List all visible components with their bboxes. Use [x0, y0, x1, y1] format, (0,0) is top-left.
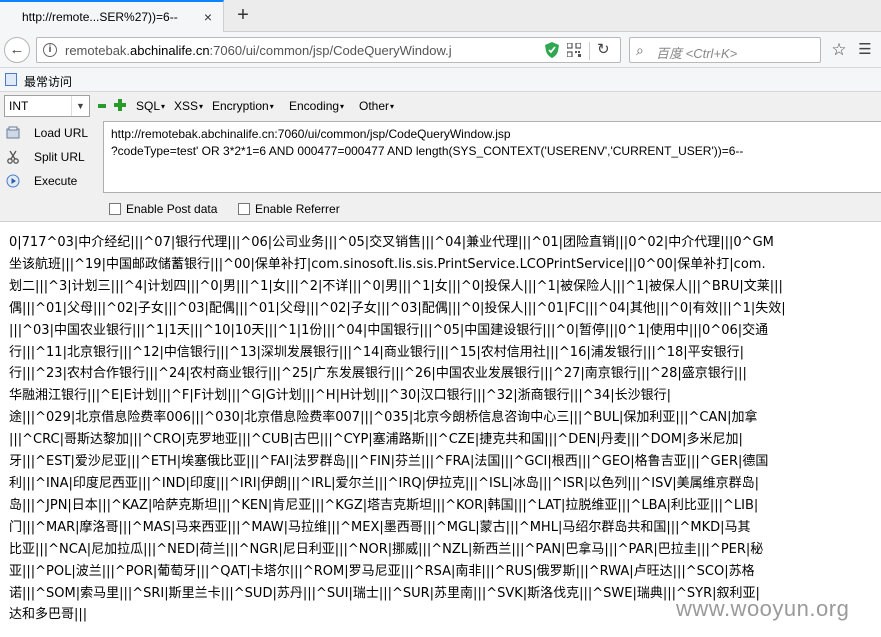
enable-referrer-checkbox[interactable]: Enable Referrer: [238, 202, 340, 216]
content-line: 华融湘江银行|||^E|E计划|||^F|F计划|||^G|G计划|||^H|H…: [9, 388, 671, 404]
bookmark-folder-icon: [5, 73, 17, 86]
enable-post-checkbox[interactable]: Enable Post data: [109, 202, 217, 216]
watermark: www.wooyun.org: [676, 596, 850, 621]
search-box[interactable]: ⌕ 百度 <Ctrl+K>: [629, 37, 821, 63]
load-url-label: Load URL: [34, 126, 89, 140]
chevron-down-icon: ▼: [71, 96, 89, 116]
content-line: |||^03|中国农业银行|||^1|1天|||^10|10天|||^1|1份|…: [9, 322, 769, 338]
menu-encryption[interactable]: Encryption▾: [212, 99, 274, 113]
menu-encoding[interactable]: Encoding▾: [289, 99, 344, 113]
bookmarks-toolbar: 最常访问: [0, 68, 881, 92]
content-line: 划二|||^3|计划三|||^4|计划四|||^0|男|||^1|女|||^2|…: [9, 278, 783, 294]
content-line: 利|||^INA|印度尼西亚|||^IND|印度|||^IRI|伊朗|||^IR…: [9, 475, 760, 491]
content-line: 比亚|||^NCA|尼加拉瓜|||^NED|荷兰|||^NGR|尼日利亚|||^…: [9, 541, 764, 557]
new-tab-button[interactable]: +: [232, 4, 254, 26]
checkbox-box[interactable]: [238, 203, 250, 215]
back-button[interactable]: ←: [4, 37, 30, 63]
reload-icon[interactable]: ↻: [597, 40, 610, 58]
content-line: 坐该航班|||^19|中国邮政储蓄银行|||^00|保单补打|com.sinos…: [9, 256, 766, 272]
load-url-icon: [6, 126, 20, 139]
tab-strip: http://remote...SER%27))=6-- × +: [0, 0, 881, 32]
split-url-button[interactable]: Split URL: [4, 148, 104, 168]
play-icon: [6, 174, 20, 188]
search-input[interactable]: 百度 <Ctrl+K>: [656, 43, 737, 62]
tab-active[interactable]: http://remote...SER%27))=6-- ×: [0, 0, 224, 32]
checkbox-box[interactable]: [109, 203, 121, 215]
content-line: 行|||^11|北京银行|||^12|中信银行|||^13|深圳发展银行|||^…: [9, 344, 745, 360]
execute-label: Execute: [34, 174, 78, 188]
tab-title: http://remote...SER%27))=6--: [22, 10, 178, 24]
url-bar[interactable]: i remotebak.abchinalife.cn:7060/ui/commo…: [36, 37, 621, 63]
split-url-label: Split URL: [34, 150, 85, 164]
plus-icon[interactable]: [114, 99, 126, 111]
hackbar-panel: INT ▼ SQL▾ XSS▾ Encryption▾ Encoding▾ Ot…: [0, 92, 881, 222]
minus-icon[interactable]: [98, 104, 106, 108]
navigation-bar: ← i remotebak.abchinalife.cn:7060/ui/com…: [0, 32, 881, 68]
search-icon: ⌕: [636, 42, 644, 58]
content-line: 岛|||^JPN|日本|||^KAZ|哈萨克斯坦|||^KEN|肯尼亚|||^K…: [9, 497, 759, 513]
scissors-icon: [7, 150, 19, 164]
qr-code-icon[interactable]: [567, 43, 581, 57]
content-line: 门|||^MAR|摩洛哥|||^MAS|马来西亚|||^MAW|马拉维|||^M…: [9, 519, 751, 535]
close-icon[interactable]: ×: [200, 9, 216, 25]
content-line: 牙|||^EST|爱沙尼亚|||^ETH|埃塞俄比亚|||^FAI|法罗群岛||…: [9, 454, 769, 470]
menu-sql[interactable]: SQL▾: [136, 99, 165, 113]
content-line: |||^CRC|哥斯达黎加|||^CRO|克罗地亚|||^CUB|古巴|||^C…: [9, 432, 743, 448]
content-line: 亚|||^POL|波兰|||^POR|葡萄牙|||^QAT|卡塔尔|||^ROM…: [9, 563, 755, 579]
menu-icon[interactable]: ☰: [852, 37, 878, 63]
bookmark-most-visited[interactable]: 最常访问: [24, 73, 72, 90]
type-select[interactable]: INT ▼: [4, 95, 90, 117]
url-textarea[interactable]: http://remotebak.abchinalife.cn:7060/ui/…: [103, 121, 881, 193]
info-icon[interactable]: i: [43, 43, 57, 57]
shield-icon[interactable]: [545, 42, 559, 58]
menu-xss[interactable]: XSS▾: [174, 99, 203, 113]
type-select-value: INT: [9, 99, 29, 113]
execute-button[interactable]: Execute: [4, 172, 104, 192]
bookmark-star-icon[interactable]: ☆: [826, 37, 852, 63]
content-line: 0|717^03|中介经纪|||^07|银行代理|||^06|公司业务|||^0…: [9, 235, 774, 250]
content-line: 行|||^23|农村合作银行|||^24|农村商业银行|||^25|广东发展银行…: [9, 366, 747, 382]
page-content: 0|717^03|中介经纪|||^07|银行代理|||^06|公司业务|||^0…: [9, 232, 881, 632]
content-line: 途|||^029|北京借息险费率006|||^030|北京借息险费率007|||…: [9, 410, 758, 426]
divider: [589, 42, 590, 60]
load-url-button[interactable]: Load URL: [4, 124, 104, 144]
menu-other[interactable]: Other▾: [359, 99, 394, 113]
content-line: 偶|||^01|父母|||^02|子女|||^03|配偶|||^01|父母|||…: [9, 300, 786, 316]
url-text[interactable]: remotebak.abchinalife.cn:7060/ui/common/…: [65, 43, 555, 58]
